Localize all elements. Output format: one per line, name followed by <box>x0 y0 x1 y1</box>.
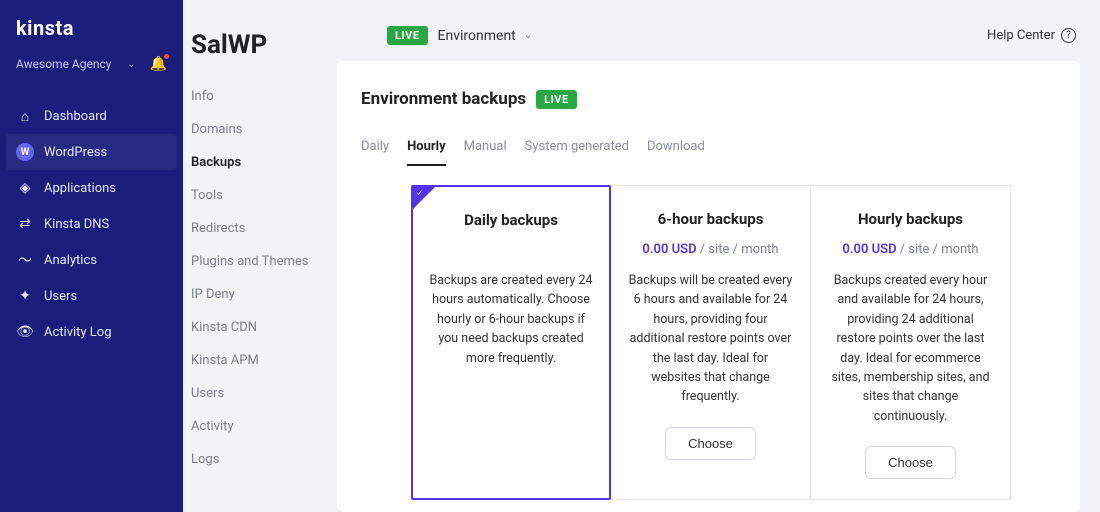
nav-label: Dashboard <box>44 109 107 124</box>
site-subnav: SalWP InfoDomainsBackupsToolsRedirectsPl… <box>183 0 337 512</box>
tab-manual[interactable]: Manual <box>464 139 507 166</box>
plan-title: Daily backups <box>429 211 593 229</box>
topbar: LIVE Environment ⌄ Help Center ? <box>337 0 1100 61</box>
chevron-down-icon: ⌄ <box>524 30 532 41</box>
tab-hourly[interactable]: Hourly <box>407 139 446 166</box>
subnav-item-tools[interactable]: Tools <box>183 179 337 212</box>
choose-button[interactable]: Choose <box>865 446 956 479</box>
selected-check-icon <box>413 187 435 209</box>
nav-label: Activity Log <box>44 325 112 340</box>
help-center-link[interactable]: Help Center ? <box>987 28 1076 43</box>
subnav-item-backups[interactable]: Backups <box>183 146 337 179</box>
price-value: 0.00 USD <box>842 242 896 257</box>
nav-item-analytics[interactable]: 〜 Analytics <box>0 242 183 278</box>
nav-label: Kinsta DNS <box>44 217 109 232</box>
kinsta dns-icon: ⇄ <box>16 215 34 233</box>
nav-label: Users <box>44 289 77 304</box>
subnav-item-kinsta-apm[interactable]: Kinsta APM <box>183 344 337 377</box>
applications-icon: ◈ <box>16 179 34 197</box>
brand-logo: KINSta <box>0 10 183 52</box>
nav-label: WordPress <box>44 145 107 160</box>
subnav-item-domains[interactable]: Domains <box>183 113 337 146</box>
nav-item-users[interactable]: ✦ Users <box>0 278 183 314</box>
users-icon: ✦ <box>16 287 34 305</box>
backup-plans: Daily backups Backups are created every 2… <box>411 185 1056 500</box>
plan-card: Daily backups Backups are created every 2… <box>411 185 611 500</box>
environment-selector[interactable]: Environment <box>438 28 516 44</box>
main-nav: ⌂ Dashboard W WordPress ◈ Applications ⇄ Kinsta… <box>0 98 183 350</box>
nav-item-dashboard[interactable]: ⌂ Dashboard <box>0 98 183 134</box>
subnav-item-activity[interactable]: Activity <box>183 410 337 443</box>
env-live-badge: LIVE <box>387 26 428 45</box>
dashboard-icon: ⌂ <box>16 107 34 125</box>
plan-description: Backups are created every 24 hours autom… <box>429 271 593 368</box>
plan-description: Backups created every hour and available… <box>827 271 994 426</box>
agency-name: Awesome Agency <box>16 57 121 71</box>
plan-title: 6-hour backups <box>627 210 794 228</box>
plan-card: 6-hour backups 0.00 USD / site / month Bac… <box>611 185 811 500</box>
choose-button[interactable]: Choose <box>665 427 756 460</box>
plan-description: Backups will be created every 6 hours an… <box>627 271 794 407</box>
subnav-item-info[interactable]: Info <box>183 80 337 113</box>
subnav-item-kinsta-cdn[interactable]: Kinsta CDN <box>183 311 337 344</box>
backup-tabs: Daily Hourly Manual System generated Downloa… <box>361 139 1056 167</box>
plan-price: 0.00 USD / site / month <box>827 242 994 257</box>
page-title: Environment backups <box>361 89 526 109</box>
agency-selector[interactable]: Awesome Agency ⌄ 🔔 <box>0 52 183 88</box>
site-name: SalWP <box>183 30 337 80</box>
price-unit: / site / month <box>897 242 979 257</box>
subnav-item-logs[interactable]: Logs <box>183 443 337 476</box>
notifications-button[interactable]: 🔔 <box>150 56 167 72</box>
activity log-icon: 👁 <box>16 323 34 341</box>
price-value: 0.00 USD <box>642 242 696 257</box>
info-icon: ? <box>1061 28 1076 43</box>
tab-system-generated[interactable]: System generated <box>525 139 629 166</box>
price-unit: / site / month <box>697 242 779 257</box>
main-content: LIVE Environment ⌄ Help Center ? Environ… <box>337 0 1100 512</box>
page-live-badge: LIVE <box>536 90 577 109</box>
subnav-item-users[interactable]: Users <box>183 377 337 410</box>
main-sidebar: KINSta Awesome Agency ⌄ 🔔 ⌂ Dashboard W Wor… <box>0 0 183 512</box>
analytics-icon: 〜 <box>16 251 34 269</box>
plan-card: Hourly backups 0.00 USD / site / month Bac… <box>811 185 1011 500</box>
nav-label: Applications <box>44 181 116 196</box>
subnav-item-redirects[interactable]: Redirects <box>183 212 337 245</box>
subnav-item-plugins-and-themes[interactable]: Plugins and Themes <box>183 245 337 278</box>
notification-dot <box>164 54 169 59</box>
nav-item-activity-log[interactable]: 👁 Activity Log <box>0 314 183 350</box>
nav-label: Analytics <box>44 253 97 268</box>
nav-item-kinsta-dns[interactable]: ⇄ Kinsta DNS <box>0 206 183 242</box>
backups-card: Environment backups LIVE Daily Hourly Manu… <box>337 61 1080 512</box>
help-label: Help Center <box>987 28 1055 43</box>
subnav-item-ip-deny[interactable]: IP Deny <box>183 278 337 311</box>
nav-item-wordpress[interactable]: W WordPress <box>6 134 177 170</box>
plan-price: 0.00 USD / site / month <box>627 242 794 257</box>
tab-daily[interactable]: Daily <box>361 139 389 166</box>
chevron-down-icon: ⌄ <box>127 59 135 70</box>
nav-item-applications[interactable]: ◈ Applications <box>0 170 183 206</box>
tab-download[interactable]: Download <box>647 139 705 166</box>
plan-title: Hourly backups <box>827 210 994 228</box>
wordpress-icon: W <box>16 143 34 161</box>
